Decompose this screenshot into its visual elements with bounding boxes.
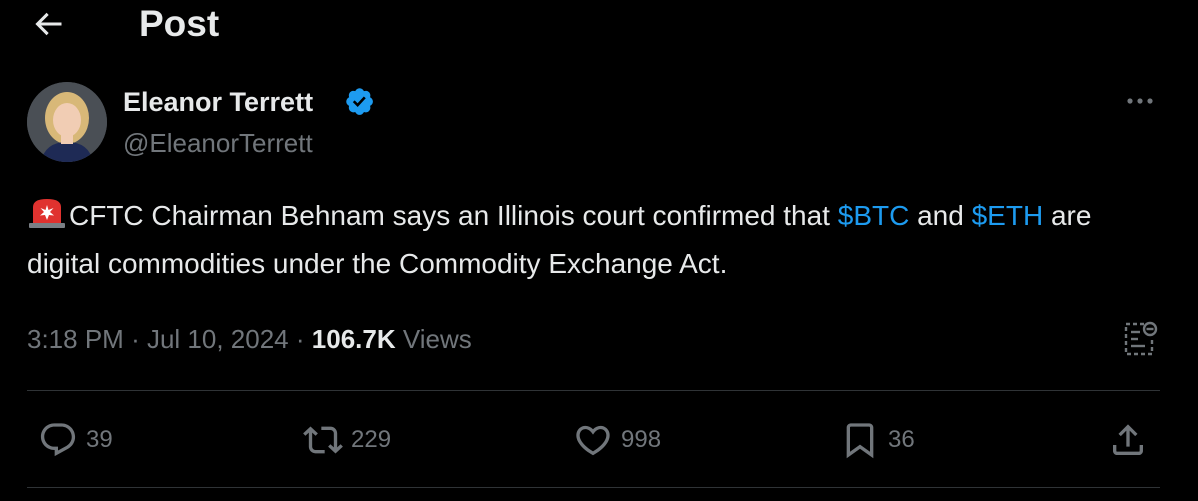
verified-badge-icon[interactable] bbox=[344, 86, 378, 120]
like-count: 998 bbox=[621, 426, 662, 453]
repost-icon bbox=[303, 426, 343, 454]
rotating-light-emoji-icon bbox=[29, 199, 65, 228]
views-count: 106.7K bbox=[311, 324, 396, 354]
more-options-icon[interactable] bbox=[1122, 88, 1158, 114]
heart-icon bbox=[576, 425, 610, 456]
tweet-date: Jul 10, 2024 bbox=[146, 324, 289, 354]
divider bbox=[27, 487, 1160, 488]
tweet-meta: 3:18 PM · Jul 10, 2024 · 106.7K Views bbox=[27, 322, 472, 356]
reply-icon bbox=[40, 423, 76, 457]
reply-count: 39 bbox=[86, 426, 113, 453]
back-arrow-icon[interactable] bbox=[30, 6, 66, 42]
bookmark-count: 36 bbox=[888, 426, 915, 453]
reply-button[interactable]: 39 bbox=[38, 420, 113, 460]
meta-separator: · bbox=[295, 324, 305, 354]
meta-separator: · bbox=[131, 324, 140, 354]
avatar[interactable] bbox=[27, 82, 107, 162]
cashtag-eth-link[interactable]: $ETH bbox=[972, 200, 1044, 231]
tweet-time: 3:18 PM bbox=[27, 324, 124, 354]
views-label: Views bbox=[402, 324, 472, 354]
bookmark-icon bbox=[846, 423, 874, 459]
page-title: Post bbox=[139, 3, 220, 44]
tweet-text-part2: and bbox=[909, 200, 972, 231]
repost-count: 229 bbox=[351, 426, 392, 453]
like-button[interactable]: 998 bbox=[573, 420, 661, 460]
cashtag-btc-link[interactable]: $BTC bbox=[838, 200, 910, 231]
author-name[interactable]: Eleanor Terrett bbox=[123, 86, 313, 118]
tweet-text: CFTC Chairman Behnam says an Illinois co… bbox=[27, 192, 1167, 288]
author-handle[interactable]: @EleanorTerrett bbox=[123, 128, 313, 158]
divider bbox=[27, 390, 1160, 391]
tweet-time-link[interactable]: 3:18 PM · Jul 10, 2024 bbox=[27, 324, 289, 354]
post-header: Post bbox=[0, 0, 1198, 52]
avatar-image bbox=[27, 82, 107, 162]
post-analytics-icon[interactable] bbox=[1118, 318, 1160, 360]
repost-button[interactable]: 229 bbox=[303, 420, 391, 460]
share-icon bbox=[1113, 424, 1143, 455]
tweet-text-part1: CFTC Chairman Behnam says an Illinois co… bbox=[69, 200, 838, 231]
bookmark-button[interactable]: 36 bbox=[840, 420, 915, 460]
share-button[interactable] bbox=[1108, 420, 1148, 460]
